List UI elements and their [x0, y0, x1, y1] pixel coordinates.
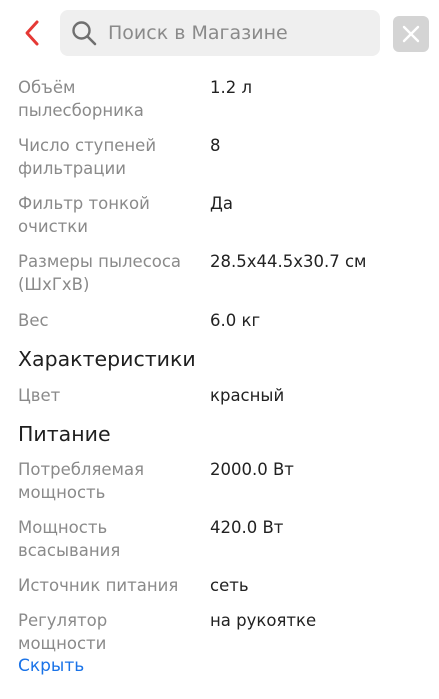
top-bar: [0, 0, 439, 66]
search-input[interactable]: [108, 22, 368, 44]
spec-value: 6.0 кг: [210, 311, 261, 330]
spec-value: 8: [210, 136, 221, 155]
close-icon: [402, 25, 420, 43]
section-title-power: Питание: [18, 422, 111, 446]
spec-label: Вес: [18, 311, 49, 330]
spec-label: Фильтр тонкой очистки: [18, 194, 150, 236]
spec-value: 1.2 л: [210, 78, 253, 97]
chevron-left-icon: [25, 20, 39, 46]
search-icon: [72, 21, 97, 46]
search-box[interactable]: [60, 10, 380, 56]
close-button[interactable]: [393, 16, 429, 52]
spec-value: Да: [210, 194, 234, 213]
spec-label: Мощность всасывания: [18, 518, 121, 560]
hide-link[interactable]: Скрыть: [18, 655, 84, 678]
spec-value: красный: [210, 386, 285, 405]
spec-label: Размеры пылесоса (ШхГхВ): [18, 252, 182, 294]
spec-label: Цвет: [18, 386, 61, 405]
spec-value: 2000.0 Вт: [210, 460, 294, 479]
spec-label: Объём пылесборника: [18, 78, 144, 120]
spec-label: Источник питания: [18, 576, 179, 595]
spec-value: 420.0 Вт: [210, 518, 284, 537]
spec-value: сеть: [210, 576, 249, 595]
spec-label: Число ступеней фильтрации: [18, 136, 157, 178]
section-title-characteristics: Характеристики: [18, 347, 196, 371]
spec-value: на рукоятке: [210, 611, 317, 630]
back-button[interactable]: [14, 14, 50, 52]
spec-value: 28.5x44.5x30.7 см: [210, 252, 367, 271]
spec-label: Регулятор мощности: [18, 611, 108, 653]
spec-label: Потребляемая мощность: [18, 460, 145, 502]
